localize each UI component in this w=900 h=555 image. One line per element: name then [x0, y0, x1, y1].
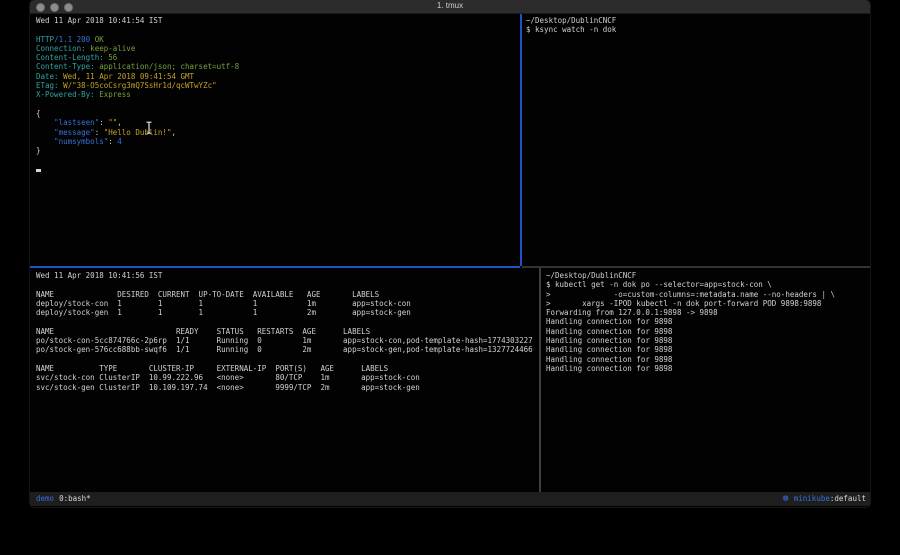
- terminal-line: [36, 25, 526, 34]
- terminal-line: NAME DESIRED CURRENT UP-TO-DATE AVAILABL…: [36, 290, 545, 299]
- terminal-line: po/stock-con-5cc874766c-2p6rp 1/1 Runnin…: [36, 336, 545, 345]
- terminal-line: NAME READY STATUS RESTARTS AGE LABELS: [36, 327, 545, 336]
- terminal-line: [36, 165, 526, 174]
- kube-namespace: :default: [830, 494, 866, 503]
- terminal-line: deploy/stock-gen 1 1 1 1 2m app=stock-ge…: [36, 308, 545, 317]
- session-name: demo: [36, 494, 54, 503]
- terminal-line: Content-Type: application/json; charset=…: [36, 62, 526, 71]
- window-list-item[interactable]: 0:bash*: [59, 494, 91, 503]
- pane-kubectl-get[interactable]: Wed 11 Apr 2018 10:41:56 IST NAME DESIRE…: [30, 268, 545, 495]
- terminal-line: X-Powered-By: Express: [36, 90, 526, 99]
- terminal-line: Handling connection for 9898: [546, 317, 870, 326]
- terminal-line: > -o=custom-columns=:metadata.name --no-…: [546, 290, 870, 299]
- terminal-line: HTTP/1.1 200 OK: [36, 35, 526, 44]
- terminal-line: > xargs -IPOD kubectl -n dok port-forwar…: [546, 299, 870, 308]
- terminal-line: [36, 355, 545, 364]
- terminal-line: deploy/stock-con 1 1 1 1 1m app=stock-co…: [36, 299, 545, 308]
- terminal-line: Wed 11 Apr 2018 10:41:54 IST: [36, 16, 526, 25]
- terminal-line: Handling connection for 9898: [546, 364, 870, 373]
- terminal-line: svc/stock-gen ClusterIP 10.109.197.74 <n…: [36, 383, 545, 392]
- terminal-line: }: [36, 146, 526, 155]
- terminal-line: [36, 100, 526, 109]
- terminal-line: Handling connection for 9898: [546, 327, 870, 336]
- pane-http-response[interactable]: Wed 11 Apr 2018 10:41:54 IST HTTP/1.1 20…: [30, 14, 526, 268]
- tmux-content: Wed 11 Apr 2018 10:41:54 IST HTTP/1.1 20…: [30, 14, 870, 492]
- terminal-line: Forwarding from 127.0.0.1:9898 -> 9898: [546, 308, 870, 317]
- terminal-line: Date: Wed, 11 Apr 2018 09:41:54 GMT: [36, 72, 526, 81]
- terminal-line: ~/Desktop/DublinCNCF: [526, 16, 870, 25]
- terminal-line: "lastseen": "",: [36, 118, 526, 127]
- terminal-line: [36, 155, 526, 164]
- status-left: demo 0:bash*: [36, 492, 91, 506]
- terminal-line: Handling connection for 9898: [546, 336, 870, 345]
- pane-port-forward[interactable]: ~/Desktop/DublinCNCF$ kubectl get -n dok…: [541, 268, 870, 495]
- terminal-line: ETag: W/"38-O5coCsrg3mQ7SsHr1d/qcWTwYZc": [36, 81, 526, 90]
- terminal-line: {: [36, 109, 526, 118]
- kube-context: minikube: [794, 494, 830, 503]
- terminal-line: svc/stock-con ClusterIP 10.99.222.96 <no…: [36, 373, 545, 382]
- terminal-line: Content-Length: 56: [36, 53, 526, 62]
- terminal-line: ~/Desktop/DublinCNCF: [546, 271, 870, 280]
- desktop-background: 1. tmux Wed 11 Apr 2018 10:41:54 IST HTT…: [0, 0, 900, 555]
- terminal-line: "numsymbols": 4: [36, 137, 526, 146]
- terminal-line: Connection: keep-alive: [36, 44, 526, 53]
- mouse-pointer-ibeam-icon: [145, 121, 154, 135]
- terminal-line: $ kubectl get -n dok po --selector=app=s…: [546, 280, 870, 289]
- terminal-line: NAME TYPE CLUSTER-IP EXTERNAL-IP PORT(S)…: [36, 364, 545, 373]
- window-title: 1. tmux: [30, 1, 870, 10]
- terminal-line: po/stock-gen-576cc688bb-swqf6 1/1 Runnin…: [36, 345, 545, 354]
- tmux-status-bar: demo 0:bash* ☸ minikube:default: [30, 492, 870, 506]
- terminal-line: "message": "Hello Dublin!",: [36, 128, 526, 137]
- terminal-line: Handling connection for 9898: [546, 355, 870, 364]
- block-cursor: [36, 169, 41, 172]
- pane-ksync-watch[interactable]: ~/Desktop/DublinCNCF$ ksync watch -n dok: [522, 14, 870, 268]
- terminal-window: 1. tmux Wed 11 Apr 2018 10:41:54 IST HTT…: [30, 0, 870, 507]
- terminal-line: [36, 280, 545, 289]
- terminal-line: [36, 317, 545, 326]
- terminal-line: $ ksync watch -n dok: [526, 25, 870, 34]
- terminal-line: Handling connection for 9898: [546, 345, 870, 354]
- terminal-line: Wed 11 Apr 2018 10:41:56 IST: [36, 271, 545, 280]
- window-titlebar[interactable]: 1. tmux: [30, 0, 870, 14]
- status-right: ☸ minikube:default: [782, 492, 866, 506]
